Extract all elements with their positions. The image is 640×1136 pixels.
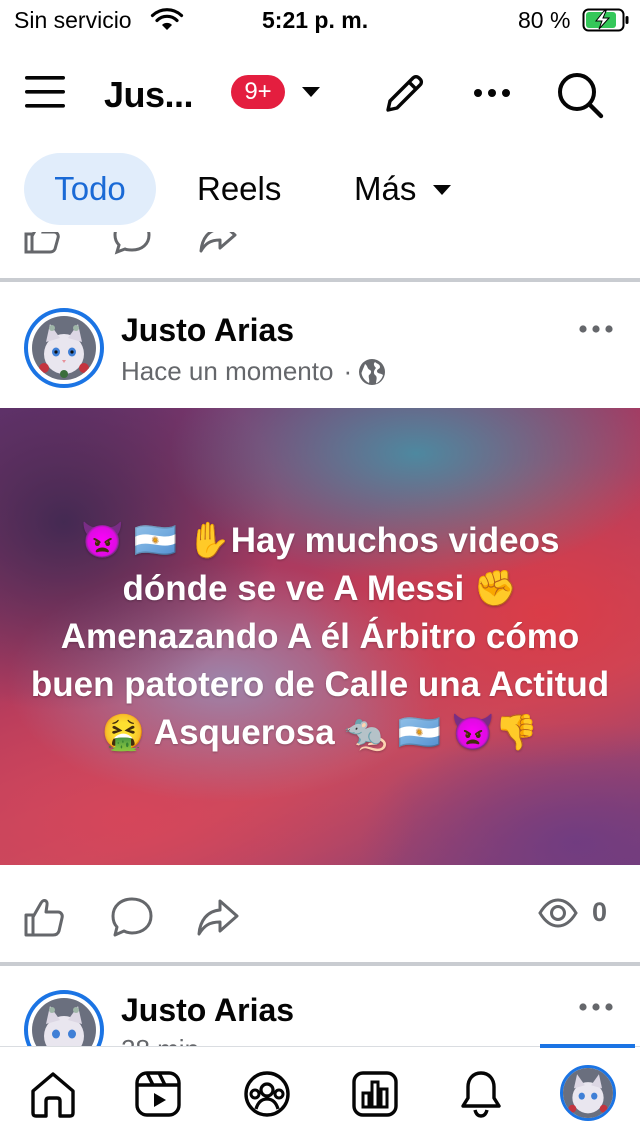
comment-icon[interactable] [112, 232, 152, 256]
previous-post-actions [0, 232, 640, 256]
carrier-label: Sin servicio [14, 7, 132, 33]
post-timestamp[interactable]: 28 min [121, 1034, 199, 1046]
post-options-icon[interactable] [578, 1000, 614, 1014]
author-avatar[interactable] [24, 990, 104, 1046]
menu-icon[interactable] [24, 72, 66, 112]
bottom-nav [0, 1044, 640, 1136]
active-tab-indicator [540, 1044, 635, 1048]
share-icon[interactable] [198, 232, 238, 256]
like-icon[interactable] [22, 232, 62, 256]
tab-todo[interactable]: Todo [24, 153, 156, 225]
eye-icon [538, 897, 578, 928]
page-title[interactable]: Jus... [104, 74, 194, 116]
dashboard-icon[interactable] [350, 1069, 400, 1119]
post-options-icon[interactable] [578, 322, 614, 336]
chevron-down-icon[interactable] [300, 84, 322, 100]
status-bar: Sin servicio 5:21 p. m. 80 % [0, 0, 640, 42]
battery-charging-icon [582, 8, 629, 32]
comment-icon[interactable] [110, 895, 154, 939]
avatar-image [563, 1068, 613, 1118]
groups-icon[interactable] [242, 1069, 292, 1119]
notification-badge: 9+ [231, 75, 285, 109]
home-icon[interactable] [28, 1069, 78, 1119]
post-background-text[interactable]: 👿 🇦🇷 ✋Hay muchos videos dónde se ve A Me… [0, 408, 640, 865]
post-divider [0, 278, 640, 282]
view-count-value: 0 [592, 897, 608, 927]
tab-reels[interactable]: Reels [197, 153, 281, 225]
like-icon[interactable] [22, 895, 66, 939]
chevron-down-icon[interactable] [432, 183, 452, 197]
battery-percent: 80 % [518, 7, 571, 33]
search-icon[interactable] [555, 70, 605, 120]
post-meta: Hace un momento · [121, 356, 386, 387]
post-author-name[interactable]: Justo Arias [121, 992, 294, 1029]
post-text: 👿 🇦🇷 ✋Hay muchos videos dónde se ve A Me… [30, 520, 610, 752]
clock: 5:21 p. m. [262, 7, 369, 33]
post-action-bar: 0 [0, 865, 640, 962]
globe-icon[interactable] [358, 358, 386, 386]
feed-post: Justo Arias 28 min [0, 966, 640, 1046]
share-icon[interactable] [196, 895, 240, 939]
more-icon[interactable] [470, 78, 514, 108]
tab-mas[interactable]: Más [354, 153, 416, 225]
view-count: 0 [538, 897, 607, 928]
bell-icon[interactable] [456, 1069, 506, 1119]
avatar-image [32, 998, 96, 1046]
post-author-name[interactable]: Justo Arias [121, 312, 294, 349]
reels-icon[interactable] [133, 1069, 183, 1119]
wifi-icon [150, 8, 184, 30]
top-header: Jus... 9+ [0, 58, 640, 130]
feed-post: Justo Arias Hace un momento · 👿 🇦🇷 ✋Hay … [0, 284, 640, 962]
author-avatar[interactable] [24, 308, 104, 388]
post-timestamp[interactable]: Hace un momento [121, 356, 333, 387]
profile-avatar[interactable] [560, 1065, 616, 1121]
meta-separator: · [343, 356, 353, 386]
avatar-image [32, 316, 96, 380]
edit-icon[interactable] [380, 70, 428, 118]
